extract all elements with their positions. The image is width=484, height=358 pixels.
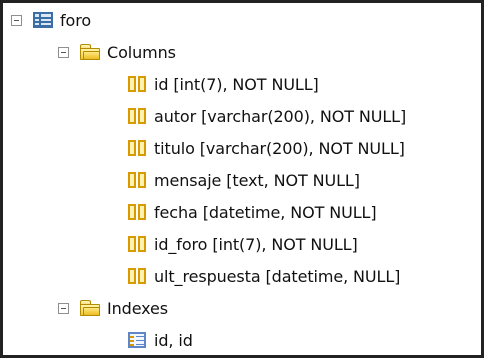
schema-tree: foro Columns id [int(7), NOT NULL] autor… bbox=[3, 3, 481, 355]
index-icon bbox=[126, 330, 148, 350]
table-icon bbox=[32, 10, 54, 30]
column-item[interactable]: autor [varchar(200), NOT NULL] bbox=[126, 103, 406, 129]
minus-icon bbox=[14, 19, 19, 21]
column-item[interactable]: id_foro [int(7), NOT NULL] bbox=[126, 231, 358, 257]
table-name: foro bbox=[60, 10, 92, 30]
tree-node-indexes[interactable]: Indexes bbox=[58, 295, 168, 321]
collapse-toggle-table[interactable] bbox=[11, 14, 22, 26]
minus-icon bbox=[61, 51, 66, 53]
column-label: ult_respuesta [datetime, NULL] bbox=[154, 266, 401, 286]
column-item[interactable]: ult_respuesta [datetime, NULL] bbox=[126, 263, 400, 289]
column-icon bbox=[126, 234, 148, 254]
column-label: titulo [varchar(200), NOT NULL] bbox=[154, 138, 405, 158]
column-item[interactable]: mensaje [text, NOT NULL] bbox=[126, 167, 360, 193]
column-icon bbox=[126, 170, 148, 190]
column-item[interactable]: id [int(7), NOT NULL] bbox=[126, 71, 319, 97]
index-item[interactable]: id, id bbox=[126, 327, 193, 353]
tree-node-table[interactable]: foro bbox=[11, 7, 91, 33]
column-icon bbox=[126, 202, 148, 222]
column-label: id_foro [int(7), NOT NULL] bbox=[154, 234, 358, 254]
collapse-toggle-indexes[interactable] bbox=[58, 302, 69, 314]
collapse-toggle-columns[interactable] bbox=[58, 46, 69, 58]
index-label: id, id bbox=[154, 330, 193, 350]
column-label: mensaje [text, NOT NULL] bbox=[154, 170, 360, 190]
column-icon bbox=[126, 138, 148, 158]
column-label: id [int(7), NOT NULL] bbox=[154, 74, 319, 94]
folder-icon bbox=[79, 298, 101, 318]
column-item[interactable]: fecha [datetime, NOT NULL] bbox=[126, 199, 377, 225]
column-label: fecha [datetime, NOT NULL] bbox=[154, 202, 377, 222]
column-item[interactable]: titulo [varchar(200), NOT NULL] bbox=[126, 135, 405, 161]
folder-icon bbox=[79, 42, 101, 62]
column-icon bbox=[126, 106, 148, 126]
column-icon bbox=[126, 74, 148, 94]
indexes-folder-label: Indexes bbox=[107, 298, 169, 318]
minus-icon bbox=[61, 307, 66, 309]
schema-tree-frame: foro Columns id [int(7), NOT NULL] autor… bbox=[0, 0, 484, 358]
column-label: autor [varchar(200), NOT NULL] bbox=[154, 106, 407, 126]
tree-node-columns[interactable]: Columns bbox=[58, 39, 176, 65]
columns-folder-label: Columns bbox=[107, 42, 176, 62]
column-icon bbox=[126, 266, 148, 286]
